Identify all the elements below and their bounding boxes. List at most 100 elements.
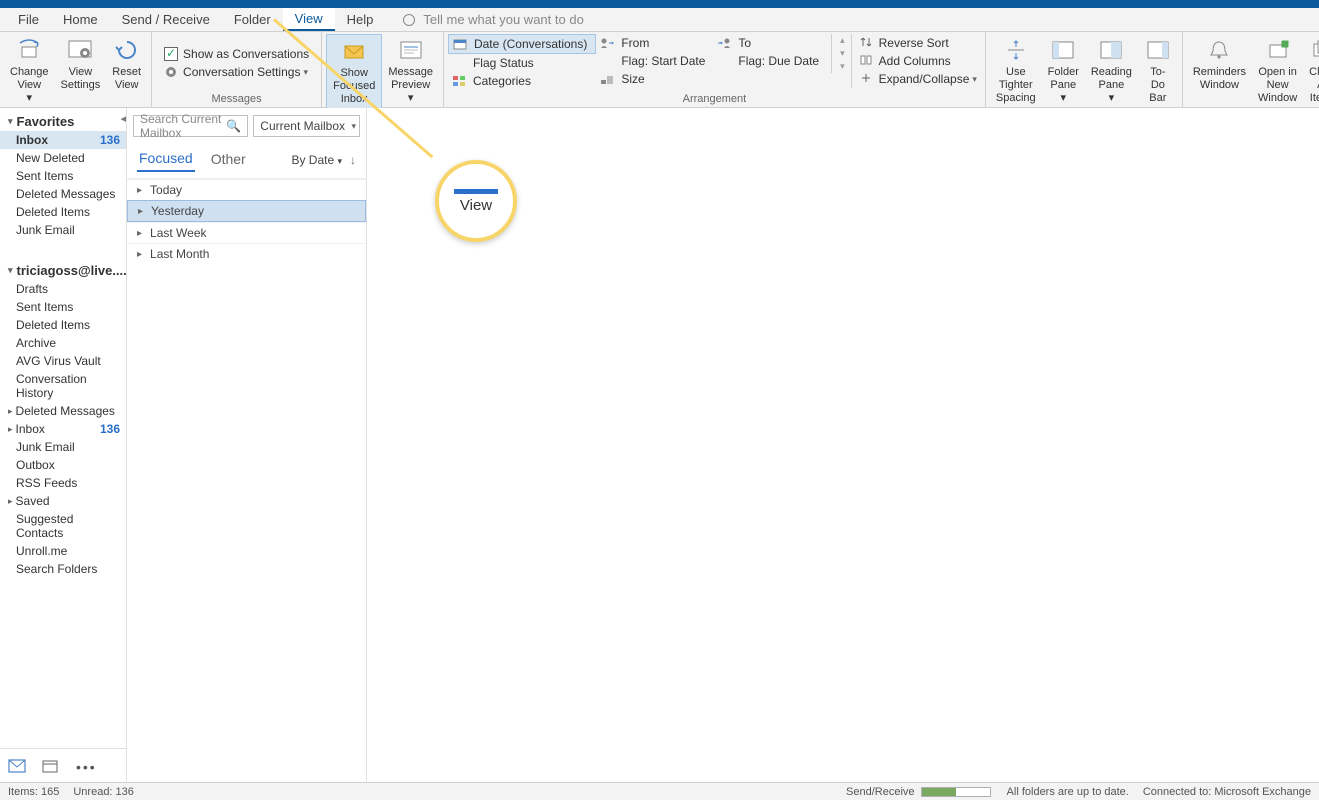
nav-item-inbox[interactable]: ▸Inbox136 [0, 420, 126, 438]
nav-item-new-deleted[interactable]: New Deleted [0, 149, 126, 167]
nav-item-inbox[interactable]: Inbox136 [0, 131, 126, 149]
tab-file[interactable]: File [6, 9, 51, 30]
arrange-size[interactable]: Size [596, 70, 713, 88]
date-group-last-week[interactable]: ▸Last Week [127, 222, 366, 243]
expand-icon [860, 72, 874, 86]
nav-item-deleted-items[interactable]: Deleted Items [0, 203, 126, 221]
arrange-to[interactable]: To [713, 34, 827, 52]
message-preview-label: Message Preview [388, 66, 433, 92]
open-new-window-button[interactable]: Open in New Window [1252, 34, 1303, 107]
arrange-flag-due[interactable]: Flag: Due Date [713, 52, 827, 70]
arrange-to-label: To [738, 36, 751, 50]
arrange-flag-status[interactable]: Flag Status [448, 54, 596, 72]
nav-item-label: Sent Items [16, 169, 73, 183]
date-group-last-month[interactable]: ▸Last Month [127, 243, 366, 264]
group-messages: ✓ Show as Conversations Conversation Set… [152, 32, 322, 107]
nav-item-avg-virus-vault[interactable]: AVG Virus Vault [0, 352, 126, 370]
message-preview-button[interactable]: Message Preview▾ [382, 34, 439, 107]
nav-item-deleted-messages[interactable]: ▸Deleted Messages [0, 402, 126, 420]
nav-item-label: Deleted Items [16, 318, 90, 332]
tab-view[interactable]: View [283, 8, 335, 31]
reverse-sort-label: Reverse Sort [879, 36, 949, 50]
search-input[interactable]: Search Current Mailbox 🔍 [133, 115, 248, 137]
arrange-scroll-up[interactable]: ▴ [836, 34, 849, 47]
tab-sendreceive[interactable]: Send / Receive [110, 9, 222, 30]
tab-help[interactable]: Help [335, 9, 386, 30]
focused-inbox-icon [340, 37, 368, 65]
change-view-icon [15, 36, 43, 64]
sort-by-date[interactable]: By Date ▾ [291, 153, 342, 167]
chevron-right-icon: ▸ [8, 424, 13, 435]
close-all-button[interactable]: Close All Items [1303, 34, 1319, 107]
expand-collapse-button[interactable]: Expand/Collapse▾ [856, 70, 981, 88]
nav-item-junk-email[interactable]: Junk Email [0, 438, 126, 456]
show-as-conversations-checkbox[interactable]: ✓ Show as Conversations [160, 45, 313, 63]
bell-icon [1205, 36, 1233, 64]
callout-text: View [460, 197, 492, 214]
status-bar: Items: 165 Unread: 136 Send/Receive All … [0, 782, 1319, 800]
nav-item-label: Junk Email [16, 223, 75, 237]
nav-item-drafts[interactable]: Drafts [0, 280, 126, 298]
folder-pane-button[interactable]: Folder Pane▾ [1042, 34, 1085, 107]
nav-item-search-folders[interactable]: Search Folders [0, 560, 126, 578]
nav-item-outbox[interactable]: Outbox [0, 456, 126, 474]
sort-direction-icon[interactable]: ↓ [350, 153, 356, 167]
view-settings-button[interactable]: View Settings [55, 34, 107, 94]
arrange-from[interactable]: From [596, 34, 713, 52]
reminders-window-button[interactable]: Reminders Window [1187, 34, 1252, 94]
search-icon[interactable]: 🔍 [226, 119, 241, 133]
calendar-icon[interactable] [42, 759, 60, 773]
group-label: Last Month [150, 247, 209, 261]
tab-home[interactable]: Home [51, 9, 110, 30]
collapse-nav-icon[interactable]: ◂ [120, 112, 126, 125]
nav-item-junk-email[interactable]: Junk Email [0, 221, 126, 239]
folder-pane-icon [1049, 36, 1077, 64]
close-all-label: Close All Items [1309, 66, 1319, 105]
conversation-settings-button[interactable]: Conversation Settings▾ [160, 63, 312, 81]
nav-item-label: Conversation History [16, 372, 120, 400]
tighter-spacing-button[interactable]: Use Tighter Spacing [990, 34, 1042, 107]
search-scope-dropdown[interactable]: Current Mailbox [253, 115, 360, 137]
focused-tab[interactable]: Focused [137, 148, 195, 172]
account-header[interactable]: ▾triciagoss@live.... [0, 257, 126, 280]
nav-item-sent-items[interactable]: Sent Items [0, 298, 126, 316]
reset-view-button[interactable]: Reset View [106, 34, 147, 94]
change-view-button[interactable]: Change View▾ [4, 34, 55, 107]
date-group-today[interactable]: ▸Today [127, 179, 366, 200]
date-group-yesterday[interactable]: ▸Yesterday [127, 200, 366, 222]
nav-item-conversation-history[interactable]: Conversation History [0, 370, 126, 402]
add-columns-button[interactable]: Add Columns [856, 52, 981, 70]
reading-pane-button[interactable]: Reading Pane▾ [1085, 34, 1138, 107]
titlebar [0, 0, 1319, 8]
favorites-header[interactable]: ▾Favorites [0, 108, 126, 131]
todo-bar-icon [1144, 36, 1172, 64]
gear-icon [164, 65, 178, 79]
nav-item-suggested-contacts[interactable]: Suggested Contacts [0, 510, 126, 542]
tell-me-search[interactable]: Tell me what you want to do [403, 12, 583, 27]
nav-item-deleted-messages[interactable]: Deleted Messages [0, 185, 126, 203]
expand-collapse-label: Expand/Collapse [879, 72, 970, 86]
group-arrangement-label: Arrangement [448, 92, 981, 107]
nav-item-unroll.me[interactable]: Unroll.me [0, 542, 126, 560]
more-icon[interactable]: ••• [76, 759, 94, 773]
arrange-more[interactable]: ▾ [836, 60, 849, 73]
arrange-scroll-down[interactable]: ▾ [836, 47, 849, 60]
nav-item-label: New Deleted [16, 151, 85, 165]
other-tab[interactable]: Other [209, 149, 248, 171]
mail-icon[interactable] [8, 759, 26, 773]
nav-item-saved[interactable]: ▸Saved [0, 492, 126, 510]
message-list-pane: Search Current Mailbox 🔍 Current Mailbox… [127, 108, 367, 782]
nav-item-deleted-items[interactable]: Deleted Items [0, 316, 126, 334]
nav-item-label: Outbox [16, 458, 55, 472]
arrange-date[interactable]: Date (Conversations) [448, 34, 596, 54]
flag-icon [600, 55, 616, 67]
nav-item-rss-feeds[interactable]: RSS Feeds [0, 474, 126, 492]
nav-item-sent-items[interactable]: Sent Items [0, 167, 126, 185]
arrange-flag-start[interactable]: Flag: Start Date [596, 52, 713, 70]
chevron-right-icon: ▸ [138, 206, 143, 217]
arrange-categories[interactable]: Categories [448, 72, 596, 90]
nav-item-archive[interactable]: Archive [0, 334, 126, 352]
nav-item-label: ▸Deleted Messages [8, 404, 115, 418]
reverse-sort-button[interactable]: Reverse Sort [856, 34, 981, 52]
tell-me-placeholder: Tell me what you want to do [423, 12, 583, 27]
